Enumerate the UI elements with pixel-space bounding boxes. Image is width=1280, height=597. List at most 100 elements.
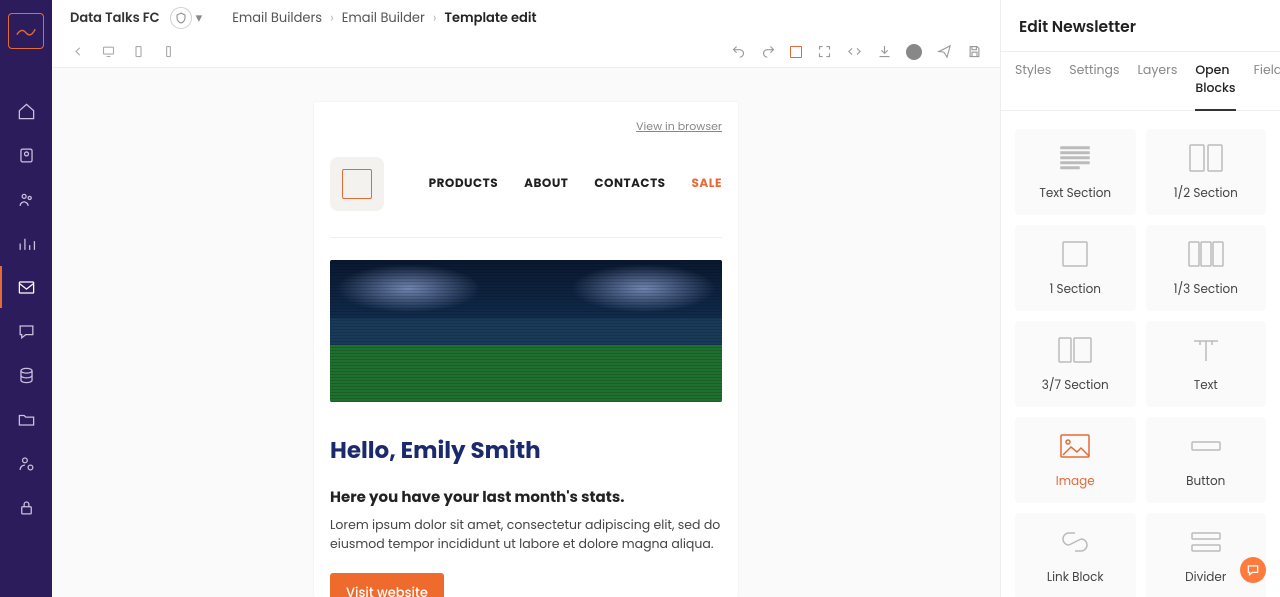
code-button[interactable] bbox=[846, 44, 862, 60]
block-label: Image bbox=[1056, 473, 1095, 491]
block-label: 3/7 Section bbox=[1042, 377, 1109, 395]
folder-icon bbox=[17, 410, 36, 429]
block-3-7-section[interactable]: 3/7 Section bbox=[1015, 321, 1136, 407]
email-nav-contacts[interactable]: CONTACTS bbox=[594, 175, 665, 193]
tablet-button[interactable] bbox=[130, 44, 146, 60]
send-icon bbox=[937, 44, 952, 59]
sidebar-item-database[interactable] bbox=[0, 364, 52, 386]
visit-website-button[interactable]: Visit website bbox=[330, 573, 444, 597]
panel-tabs: Styles Settings Layers Open Blocks Fields bbox=[1001, 52, 1280, 111]
sidebar-item-lock[interactable] bbox=[0, 496, 52, 518]
send-button[interactable] bbox=[936, 44, 952, 60]
org-switcher-chevron-icon[interactable]: ▾ bbox=[196, 8, 203, 28]
block-label: Divider bbox=[1185, 569, 1226, 587]
block-icon bbox=[1055, 525, 1095, 559]
email-nav-products[interactable]: PRODUCTS bbox=[429, 175, 499, 193]
block-icon bbox=[1055, 333, 1095, 367]
mobile-icon bbox=[161, 44, 176, 59]
email-body-text[interactable]: Lorem ipsum dolor sit amet, consectetur … bbox=[330, 517, 722, 555]
block-icon bbox=[1055, 429, 1095, 463]
undo-icon bbox=[731, 44, 746, 59]
redo-button[interactable] bbox=[760, 44, 776, 60]
sidebar-item-email[interactable] bbox=[0, 276, 52, 298]
email-nav-about[interactable]: ABOUT bbox=[524, 175, 568, 193]
block-label: 1 Section bbox=[1050, 281, 1102, 299]
block-icon bbox=[1055, 141, 1095, 175]
team-icon bbox=[17, 190, 36, 209]
block-1-section[interactable]: 1 Section bbox=[1015, 225, 1136, 311]
chat-fab[interactable] bbox=[1240, 557, 1266, 583]
editor-canvas[interactable]: View in browser PRODUCTS ABOUT CONTACTS … bbox=[52, 68, 1000, 597]
block-image[interactable]: Image bbox=[1015, 417, 1136, 503]
back-icon bbox=[71, 44, 86, 59]
tablet-icon bbox=[131, 44, 146, 59]
panel-tab-layers[interactable]: Layers bbox=[1138, 52, 1178, 110]
block-label: Button bbox=[1186, 473, 1225, 491]
right-panel: Edit Newsletter StylesSettingsLayersOpen… bbox=[1000, 0, 1280, 597]
breadcrumb-2: Template edit bbox=[444, 8, 536, 28]
email-greeting[interactable]: Hello, Emily Smith bbox=[330, 434, 722, 468]
globe-button[interactable] bbox=[906, 44, 922, 60]
sidebar-item-chat[interactable] bbox=[0, 320, 52, 342]
fullscreen-button[interactable] bbox=[816, 44, 832, 60]
redo-icon bbox=[761, 44, 776, 59]
download-button[interactable] bbox=[876, 44, 892, 60]
home-icon bbox=[17, 102, 36, 121]
desktop-icon bbox=[101, 44, 116, 59]
save-button[interactable] bbox=[966, 44, 982, 60]
lock-icon bbox=[17, 498, 36, 517]
email-icon bbox=[17, 278, 36, 297]
block-icon bbox=[1055, 237, 1095, 271]
fullscreen-icon bbox=[817, 44, 832, 59]
sidebar-item-profile[interactable] bbox=[0, 144, 52, 166]
panel-tab-open-blocks[interactable]: Open Blocks bbox=[1195, 52, 1235, 110]
sidebar-item-team[interactable] bbox=[0, 188, 52, 210]
sidebar-item-analytics[interactable] bbox=[0, 232, 52, 254]
block-icon bbox=[1186, 237, 1226, 271]
toolbar-left bbox=[70, 44, 176, 60]
block-text-section[interactable]: Text Section bbox=[1015, 129, 1136, 215]
block-link-block[interactable]: Link Block bbox=[1015, 513, 1136, 597]
topbar: Data Talks FC ▾ Email Builders › Email B… bbox=[52, 0, 1000, 36]
block-1-3-section[interactable]: 1/3 Section bbox=[1146, 225, 1267, 311]
editor-toolbar bbox=[52, 36, 1000, 68]
view-in-browser-link[interactable]: View in browser bbox=[330, 118, 722, 135]
block-1-2-section[interactable]: 1/2 Section bbox=[1146, 129, 1267, 215]
desktop-button[interactable] bbox=[100, 44, 116, 60]
mobile-button[interactable] bbox=[160, 44, 176, 60]
sidebar-item-home[interactable] bbox=[0, 100, 52, 122]
breadcrumb-0[interactable]: Email Builders bbox=[232, 8, 322, 28]
sidebar-nav bbox=[0, 100, 52, 597]
toolbar-right bbox=[730, 44, 982, 60]
app-logo[interactable] bbox=[0, 0, 52, 62]
block-icon bbox=[1186, 333, 1226, 367]
block-divider[interactable]: Divider bbox=[1146, 513, 1267, 597]
block-label: 1/3 Section bbox=[1174, 281, 1238, 299]
breadcrumb-1[interactable]: Email Builder bbox=[342, 8, 425, 28]
blocks-grid: Text Section1/2 Section 1 Section 1/3 Sect… bbox=[1001, 111, 1280, 597]
block-text[interactable]: Text bbox=[1146, 321, 1267, 407]
panel-tab-fields[interactable]: Fields bbox=[1254, 52, 1280, 110]
org-shield-icon[interactable] bbox=[170, 7, 192, 29]
block-button[interactable]: Button bbox=[1146, 417, 1267, 503]
sidebar-item-folder[interactable] bbox=[0, 408, 52, 430]
chat-icon bbox=[17, 322, 36, 341]
email-subheading[interactable]: Here you have your last month's stats. bbox=[330, 486, 722, 509]
database-icon bbox=[17, 366, 36, 385]
primary-sidebar bbox=[0, 0, 52, 597]
email-nav-sale[interactable]: SALE bbox=[692, 175, 722, 193]
block-label: Text bbox=[1194, 377, 1218, 395]
panel-tab-styles[interactable]: Styles bbox=[1015, 52, 1051, 110]
back-button[interactable] bbox=[70, 44, 86, 60]
email-hero-image[interactable] bbox=[330, 260, 722, 402]
undo-button[interactable] bbox=[730, 44, 746, 60]
profile-icon bbox=[17, 146, 36, 165]
panel-tab-settings[interactable]: Settings bbox=[1069, 52, 1119, 110]
sidebar-item-user-settings[interactable] bbox=[0, 452, 52, 474]
block-icon bbox=[1186, 141, 1226, 175]
email-logo[interactable] bbox=[330, 157, 384, 211]
block-label: Link Block bbox=[1047, 569, 1104, 587]
org-name[interactable]: Data Talks FC bbox=[70, 8, 160, 28]
border-button[interactable] bbox=[790, 46, 802, 58]
download-icon bbox=[877, 44, 892, 59]
